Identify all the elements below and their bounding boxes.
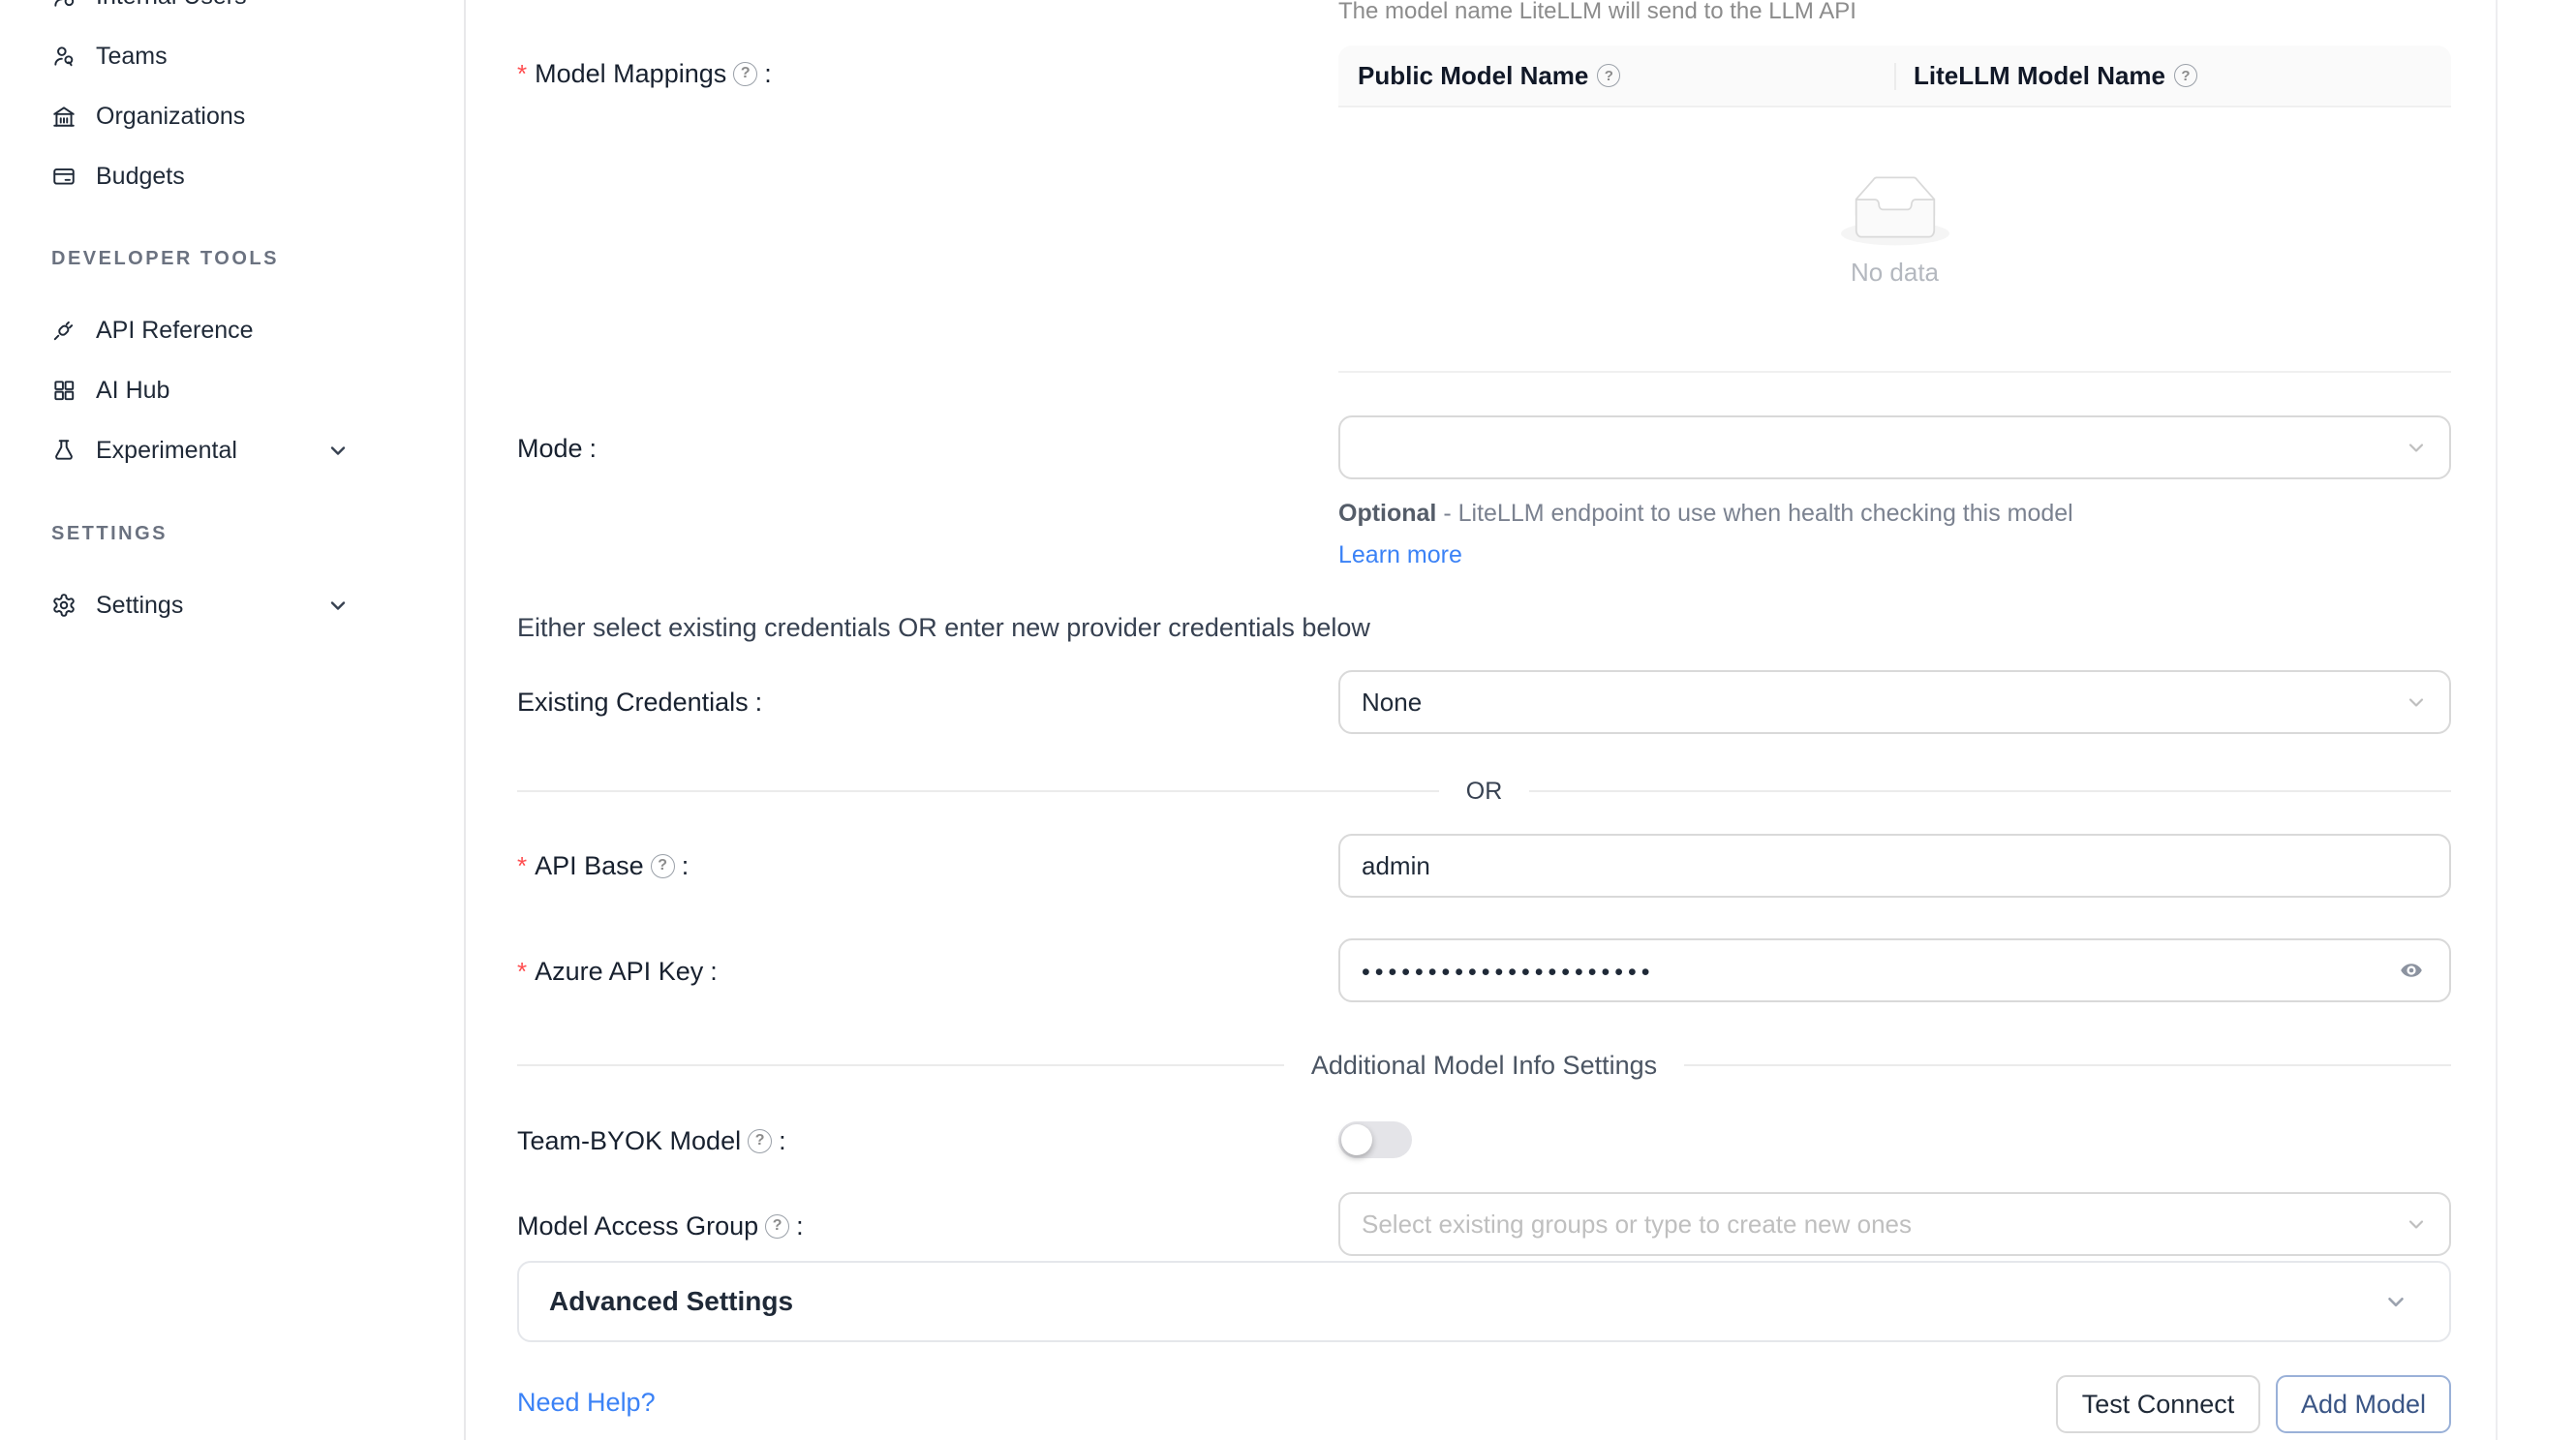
gear-icon	[51, 593, 77, 618]
column-divider	[1894, 63, 1896, 90]
need-help-link[interactable]: Need Help?	[517, 1388, 656, 1418]
sidebar-item-label: Budgets	[96, 163, 464, 191]
add-model-form: The model name LiteLLM will send to the …	[466, 0, 2576, 1440]
required-asterisk: *	[517, 56, 527, 91]
chevron-down-icon	[2405, 1212, 2428, 1236]
sidebar-item-teams[interactable]: Teams	[0, 26, 464, 86]
empty-box-icon	[1841, 175, 1949, 246]
chevron-down-icon	[326, 439, 350, 462]
team-byok-label: Team-BYOK Model ? :	[517, 1123, 786, 1158]
sidebar-item-label: Settings	[96, 592, 326, 620]
sidebar-item-label: Experimental	[96, 437, 326, 465]
grid-icon	[51, 378, 77, 403]
chevron-down-icon	[2405, 690, 2428, 714]
chevron-down-icon	[2383, 1289, 2408, 1314]
required-asterisk: *	[517, 954, 527, 989]
sidebar-item-ai-hub[interactable]: AI Hub	[0, 360, 464, 420]
sidebar-item-experimental[interactable]: Experimental	[0, 420, 464, 480]
team-byok-toggle[interactable]	[1338, 1121, 1412, 1158]
add-model-button[interactable]: Add Model	[2276, 1375, 2451, 1433]
sidebar-item-internal-users[interactable]: Internal Users	[0, 0, 464, 26]
required-asterisk: *	[517, 848, 527, 883]
teams-icon	[51, 44, 77, 69]
mode-label: Mode :	[517, 431, 597, 466]
plug-icon	[51, 318, 77, 343]
chevron-down-icon	[2405, 436, 2428, 459]
empty-state: No data	[1338, 107, 2451, 288]
selected-value: None	[1362, 688, 1422, 718]
column-header-public-model-name: Public Model Name ?	[1338, 46, 1894, 106]
input-value: admin	[1362, 851, 1430, 881]
column-header-litellm-model-name: LiteLLM Model Name ?	[1894, 46, 2451, 106]
model-access-group-label: Model Access Group ? :	[517, 1209, 804, 1243]
help-icon[interactable]: ?	[1597, 64, 1620, 87]
eye-icon[interactable]	[2395, 959, 2428, 982]
azure-api-key-input[interactable]: ••••••••••••••••••••••	[1338, 938, 2451, 1002]
sidebar-item-label: AI Hub	[96, 377, 464, 405]
or-divider: OR	[517, 775, 2451, 808]
internal-users-icon	[51, 0, 77, 9]
no-data-text: No data	[1338, 258, 2451, 288]
chevron-down-icon	[326, 594, 350, 617]
advanced-settings-panel[interactable]: Advanced Settings	[517, 1261, 2451, 1342]
test-connect-button[interactable]: Test Connect	[2056, 1375, 2260, 1433]
advanced-settings-title: Advanced Settings	[549, 1286, 793, 1317]
bank-icon	[51, 104, 77, 129]
model-name-note: The model name LiteLLM will send to the …	[1338, 0, 1856, 23]
help-icon[interactable]: ?	[651, 854, 675, 878]
api-base-label: * API Base ? :	[517, 848, 689, 883]
credentials-note: Either select existing credentials OR en…	[517, 611, 1370, 644]
sidebar-item-label: Teams	[96, 43, 464, 71]
sidebar-item-api-reference[interactable]: API Reference	[0, 300, 464, 360]
azure-api-key-label: * Azure API Key :	[517, 954, 718, 989]
flask-icon	[51, 438, 77, 463]
masked-password: ••••••••••••••••••••••	[1362, 959, 1655, 987]
learn-more-link[interactable]: Learn more	[1338, 541, 1462, 568]
model-mappings-label: * Model Mappings ? :	[517, 56, 772, 91]
help-icon[interactable]: ?	[2174, 64, 2197, 87]
sidebar-item-budgets[interactable]: Budgets	[0, 146, 464, 206]
existing-credentials-label: Existing Credentials :	[517, 685, 762, 720]
mode-helper-text: Optional - LiteLLM endpoint to use when …	[1338, 493, 2123, 576]
sidebar-item-label: Internal Users	[96, 0, 464, 11]
model-mappings-table: Public Model Name ? LiteLLM Model Name ?	[1338, 46, 2451, 373]
help-icon[interactable]: ?	[765, 1214, 789, 1239]
credit-card-icon	[51, 164, 77, 189]
sidebar-section-developer-tools: DEVELOPER TOOLS	[0, 245, 464, 272]
table-header-row: Public Model Name ? LiteLLM Model Name ?	[1338, 46, 2451, 107]
sidebar-section-settings: SETTINGS	[0, 520, 464, 547]
existing-credentials-select[interactable]: None	[1338, 670, 2451, 734]
select-placeholder: Select existing groups or type to create…	[1362, 1210, 1912, 1240]
toggle-knob	[1341, 1124, 1372, 1155]
sidebar-item-label: API Reference	[96, 317, 464, 345]
sidebar-item-organizations[interactable]: Organizations	[0, 86, 464, 146]
content-right-border	[2496, 0, 2498, 1440]
additional-settings-divider: Additional Model Info Settings	[517, 1049, 2451, 1082]
sidebar: Internal Users Teams Organizations Budge…	[0, 0, 466, 1440]
sidebar-item-label: Organizations	[96, 103, 464, 131]
api-base-input[interactable]: admin	[1338, 834, 2451, 898]
model-access-group-select[interactable]: Select existing groups or type to create…	[1338, 1192, 2451, 1256]
add-model-page: Internal Users Teams Organizations Budge…	[0, 0, 2576, 1440]
help-icon[interactable]: ?	[748, 1129, 772, 1153]
mode-select[interactable]	[1338, 415, 2451, 479]
sidebar-item-settings[interactable]: Settings	[0, 575, 464, 635]
help-icon[interactable]: ?	[733, 62, 757, 86]
